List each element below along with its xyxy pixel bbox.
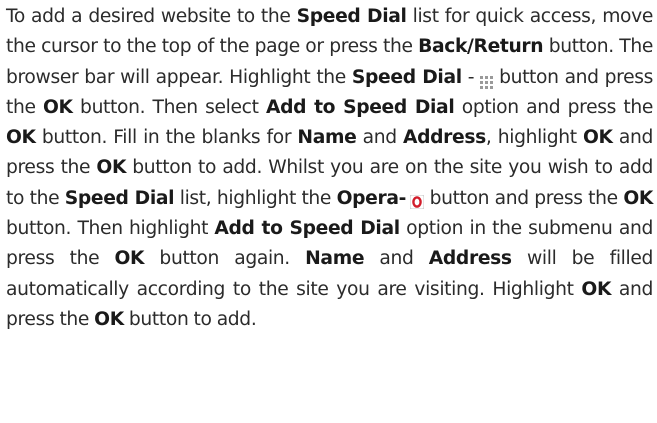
- term-address: Address: [428, 248, 512, 270]
- text-segment: and: [364, 248, 429, 270]
- term-address: Address: [403, 127, 486, 149]
- text-segment: option and press the: [454, 96, 654, 118]
- text-segment: -: [461, 66, 481, 88]
- term-speed-dial: Speed Dial: [351, 66, 462, 88]
- term-name: Name: [297, 127, 357, 149]
- term-name: Name: [305, 248, 365, 270]
- text-segment: button to add.: [123, 308, 257, 330]
- text-segment: button and press the: [424, 187, 624, 209]
- term-ok: OK: [6, 127, 36, 149]
- manual-page: To add a desired website to the Speed Di…: [0, 0, 657, 423]
- term-ok: OK: [96, 157, 127, 179]
- term-ok: OK: [623, 187, 653, 209]
- opera-logo-icon: [409, 189, 425, 210]
- text-segment: button. Then select: [72, 96, 266, 118]
- term-ok: OK: [582, 127, 613, 149]
- text-segment: To add a desired website to the: [6, 6, 297, 27]
- term-ok: OK: [43, 96, 73, 118]
- term-ok: OK: [581, 278, 612, 300]
- term-back-return: Back/Return: [418, 36, 544, 58]
- text-segment: button again.: [144, 248, 306, 270]
- term-ok: OK: [114, 248, 145, 270]
- text-segment: list, highlight the: [174, 187, 337, 209]
- instruction-paragraph: To add a desired website to the Speed Di…: [6, 2, 653, 335]
- text-segment: , highlight: [485, 127, 583, 149]
- text-segment: button. Fill in the blanks for: [35, 127, 298, 149]
- term-speed-dial: Speed Dial: [64, 187, 175, 209]
- term-add-to-speed-dial: Add to Speed Dial: [265, 96, 455, 118]
- text-segment: and: [356, 127, 403, 149]
- term-ok: OK: [94, 308, 124, 330]
- text-segment: button. Then highlight: [6, 218, 215, 240]
- speed-dial-grid-icon: [480, 69, 494, 89]
- term-add-to-speed-dial: Add to Speed Dial: [214, 218, 400, 240]
- term-speed-dial: Speed Dial: [296, 6, 407, 27]
- term-opera: Opera-: [336, 187, 407, 209]
